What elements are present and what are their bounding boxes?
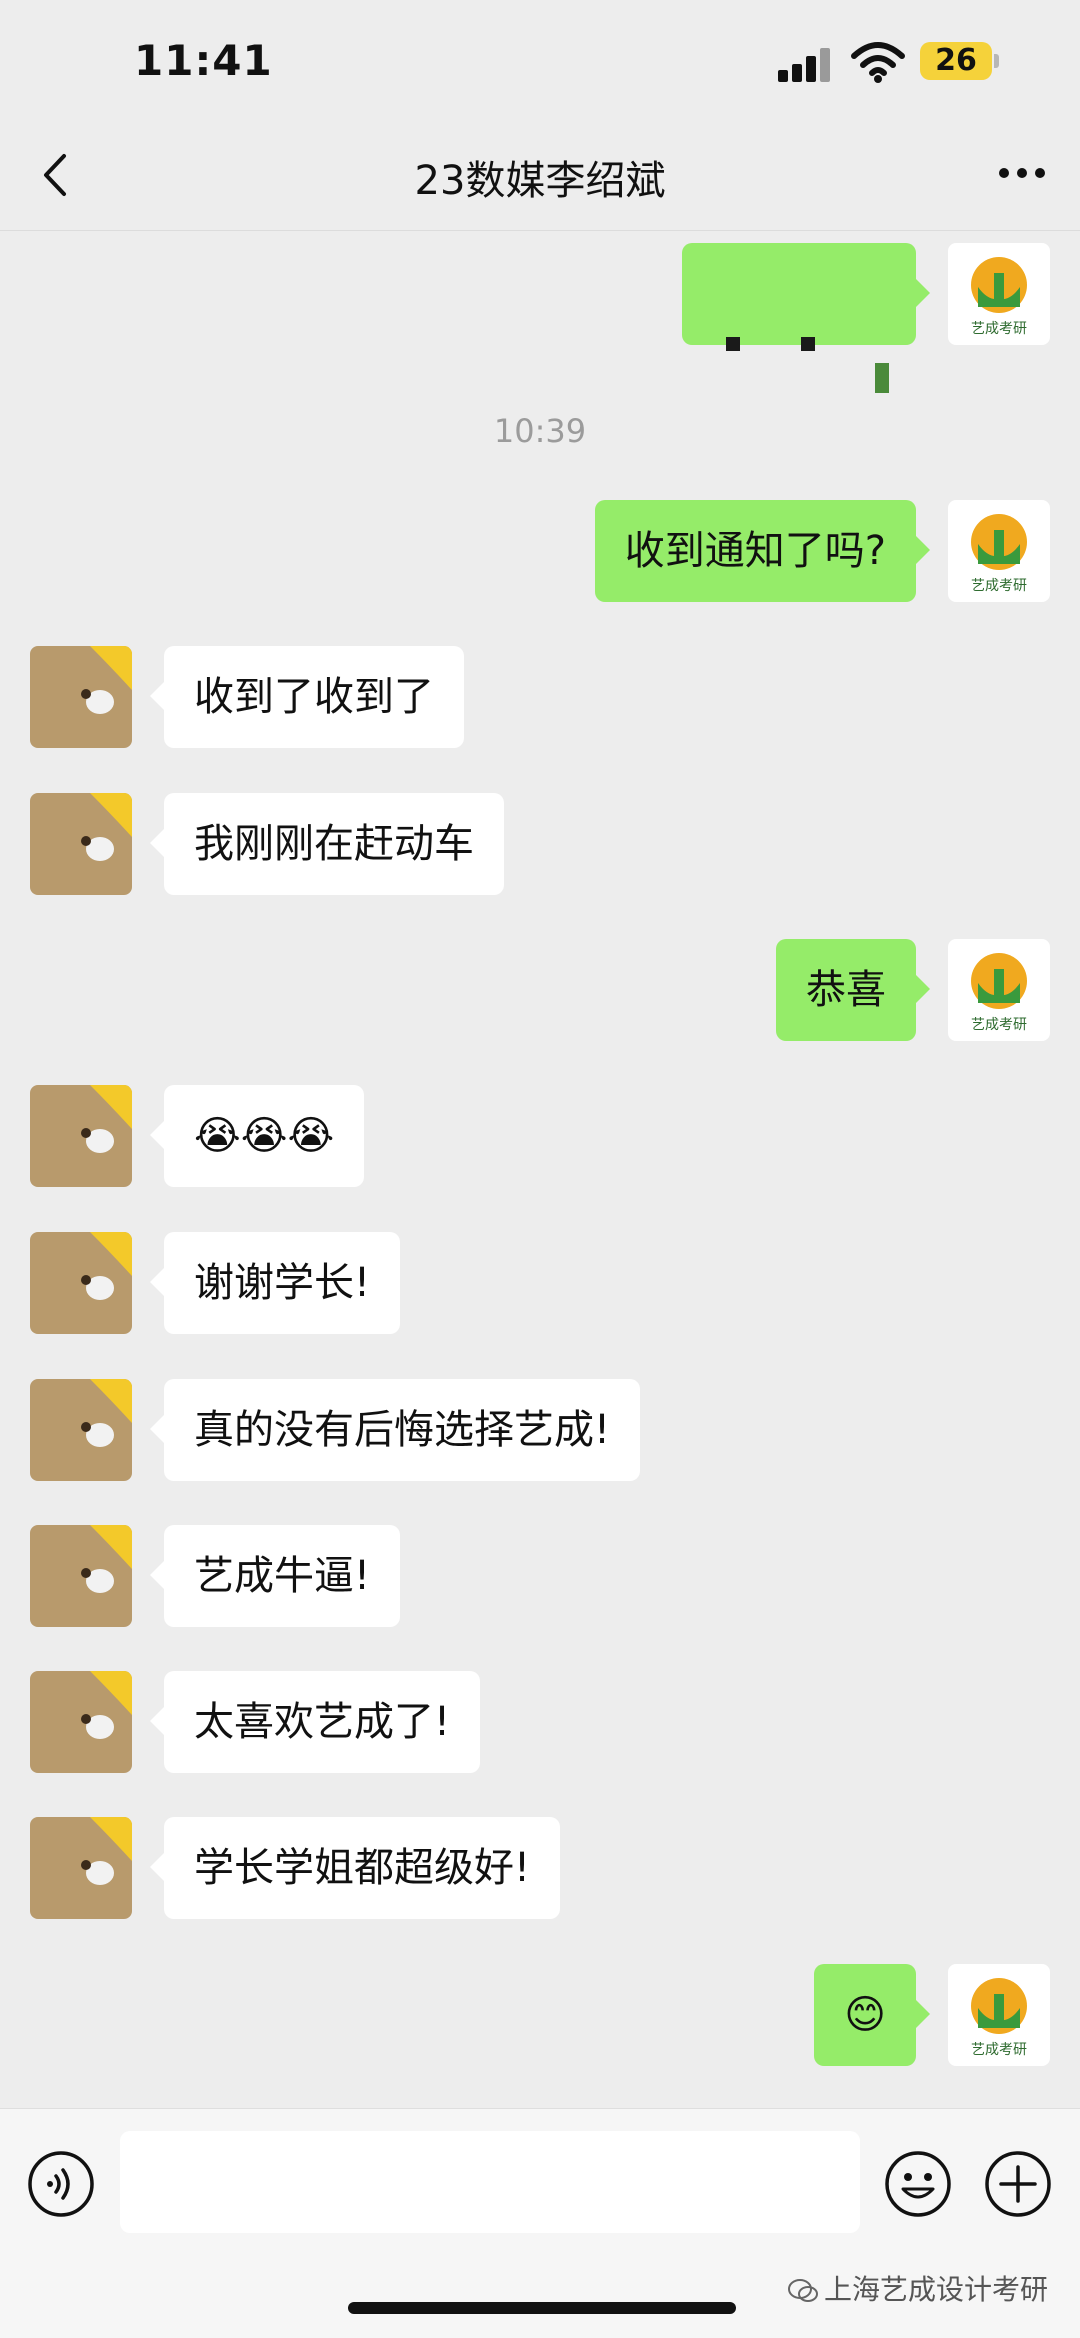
timestamp: 10:39 — [493, 412, 587, 450]
battery-level: 26 — [920, 42, 992, 80]
yicheng-logo-icon: 艺成考研 — [948, 1964, 1050, 2066]
message-text: 艺成牛逼! — [194, 1553, 371, 1599]
my-avatar[interactable]: 艺成考研 — [948, 939, 1050, 1041]
dog-photo-avatar — [30, 793, 132, 895]
message-text: 恭喜 — [806, 967, 886, 1013]
message-bubble[interactable]: 收到了收到了 — [150, 646, 464, 748]
message-bubble[interactable]: 恭喜 — [776, 939, 930, 1041]
message-text: 我刚刚在赶动车 — [194, 821, 474, 867]
message-input[interactable] — [120, 2131, 860, 2233]
message-bubble[interactable]: 艺成牛逼! — [149, 1525, 401, 1627]
message-text: 太喜欢艺成了! — [194, 1699, 451, 1745]
message-bubble[interactable]: 😊 — [814, 1964, 930, 2066]
message-text: 学长学姐都超级好! — [194, 1845, 531, 1891]
message-text: 😭😭😭 — [194, 1113, 335, 1159]
svg-text:艺成考研: 艺成考研 — [971, 578, 1027, 594]
message-text: 收到通知了吗? — [624, 528, 886, 574]
message-bubble[interactable]: 真的没有后悔选择艺成! — [149, 1379, 641, 1481]
voice-input-icon[interactable] — [26, 2149, 96, 2219]
message-bubble[interactable]: 谢谢学长! — [149, 1232, 401, 1334]
contact-avatar[interactable] — [30, 1085, 132, 1187]
svg-text:艺成考研: 艺成考研 — [971, 321, 1027, 337]
message-bubble[interactable]: 😭😭😭 — [149, 1085, 365, 1187]
yicheng-logo-icon: 艺成考研 — [948, 939, 1050, 1041]
message-bubble[interactable]: 收到通知了吗? — [594, 500, 931, 602]
wifi-icon — [851, 42, 905, 83]
redaction-blocks — [726, 291, 890, 393]
contact-avatar[interactable] — [30, 1525, 132, 1627]
status-time: 11:41 — [134, 36, 273, 85]
dog-photo-avatar — [30, 1085, 132, 1187]
message-text: 真的没有后悔选择艺成! — [194, 1407, 611, 1453]
my-avatar[interactable]: 艺成考研 — [948, 500, 1050, 602]
contact-avatar[interactable] — [30, 1671, 132, 1773]
plus-icon[interactable] — [983, 2149, 1053, 2219]
watermark-text: 上海艺成设计考研 — [824, 2273, 1049, 2306]
message-bubble[interactable]: 我刚刚在赶动车 — [150, 793, 504, 895]
yicheng-logo-icon: 艺成考研 — [948, 500, 1050, 602]
status-bar: 11:41 26 — [0, 0, 1080, 120]
chat-title: 23数媒李绍斌 — [414, 158, 666, 204]
dog-photo-avatar — [30, 646, 132, 748]
svg-text:艺成考研: 艺成考研 — [971, 1017, 1027, 1033]
svg-text:艺成考研: 艺成考研 — [971, 2042, 1027, 2058]
contact-avatar[interactable] — [30, 1817, 132, 1919]
my-avatar[interactable]: 艺成考研 — [948, 1964, 1050, 2066]
message-text: 😊 — [844, 1992, 886, 2038]
message-bubble-redacted[interactable] — [682, 243, 930, 393]
message-bubble[interactable]: 学长学姐都超级好! — [149, 1817, 561, 1919]
chat-header: 23数媒李绍斌 — [0, 120, 1080, 231]
yicheng-logo-icon: 艺成考研 — [948, 243, 1050, 345]
message-text: 谢谢学长! — [194, 1260, 371, 1306]
contact-avatar[interactable] — [30, 646, 132, 748]
dog-photo-avatar — [30, 1379, 132, 1481]
battery-cap-icon — [994, 54, 999, 68]
wechat-icon — [788, 2279, 818, 2302]
cellular-signal-icon — [778, 46, 834, 82]
more-options-icon[interactable] — [992, 148, 1052, 198]
dog-photo-avatar — [30, 1671, 132, 1773]
watermark: 上海艺成设计考研 — [788, 2268, 1048, 2308]
my-avatar[interactable]: 艺成考研 — [948, 243, 1050, 345]
dog-photo-avatar — [30, 1817, 132, 1919]
message-text: 收到了收到了 — [194, 674, 434, 720]
dog-photo-avatar — [30, 1232, 132, 1334]
home-indicator — [348, 2302, 736, 2314]
contact-avatar[interactable] — [30, 1232, 132, 1334]
emoji-icon[interactable] — [883, 2149, 953, 2219]
contact-avatar[interactable] — [30, 1379, 132, 1481]
message-bubble[interactable]: 太喜欢艺成了! — [149, 1671, 481, 1773]
dog-photo-avatar — [30, 1525, 132, 1627]
contact-avatar[interactable] — [30, 793, 132, 895]
